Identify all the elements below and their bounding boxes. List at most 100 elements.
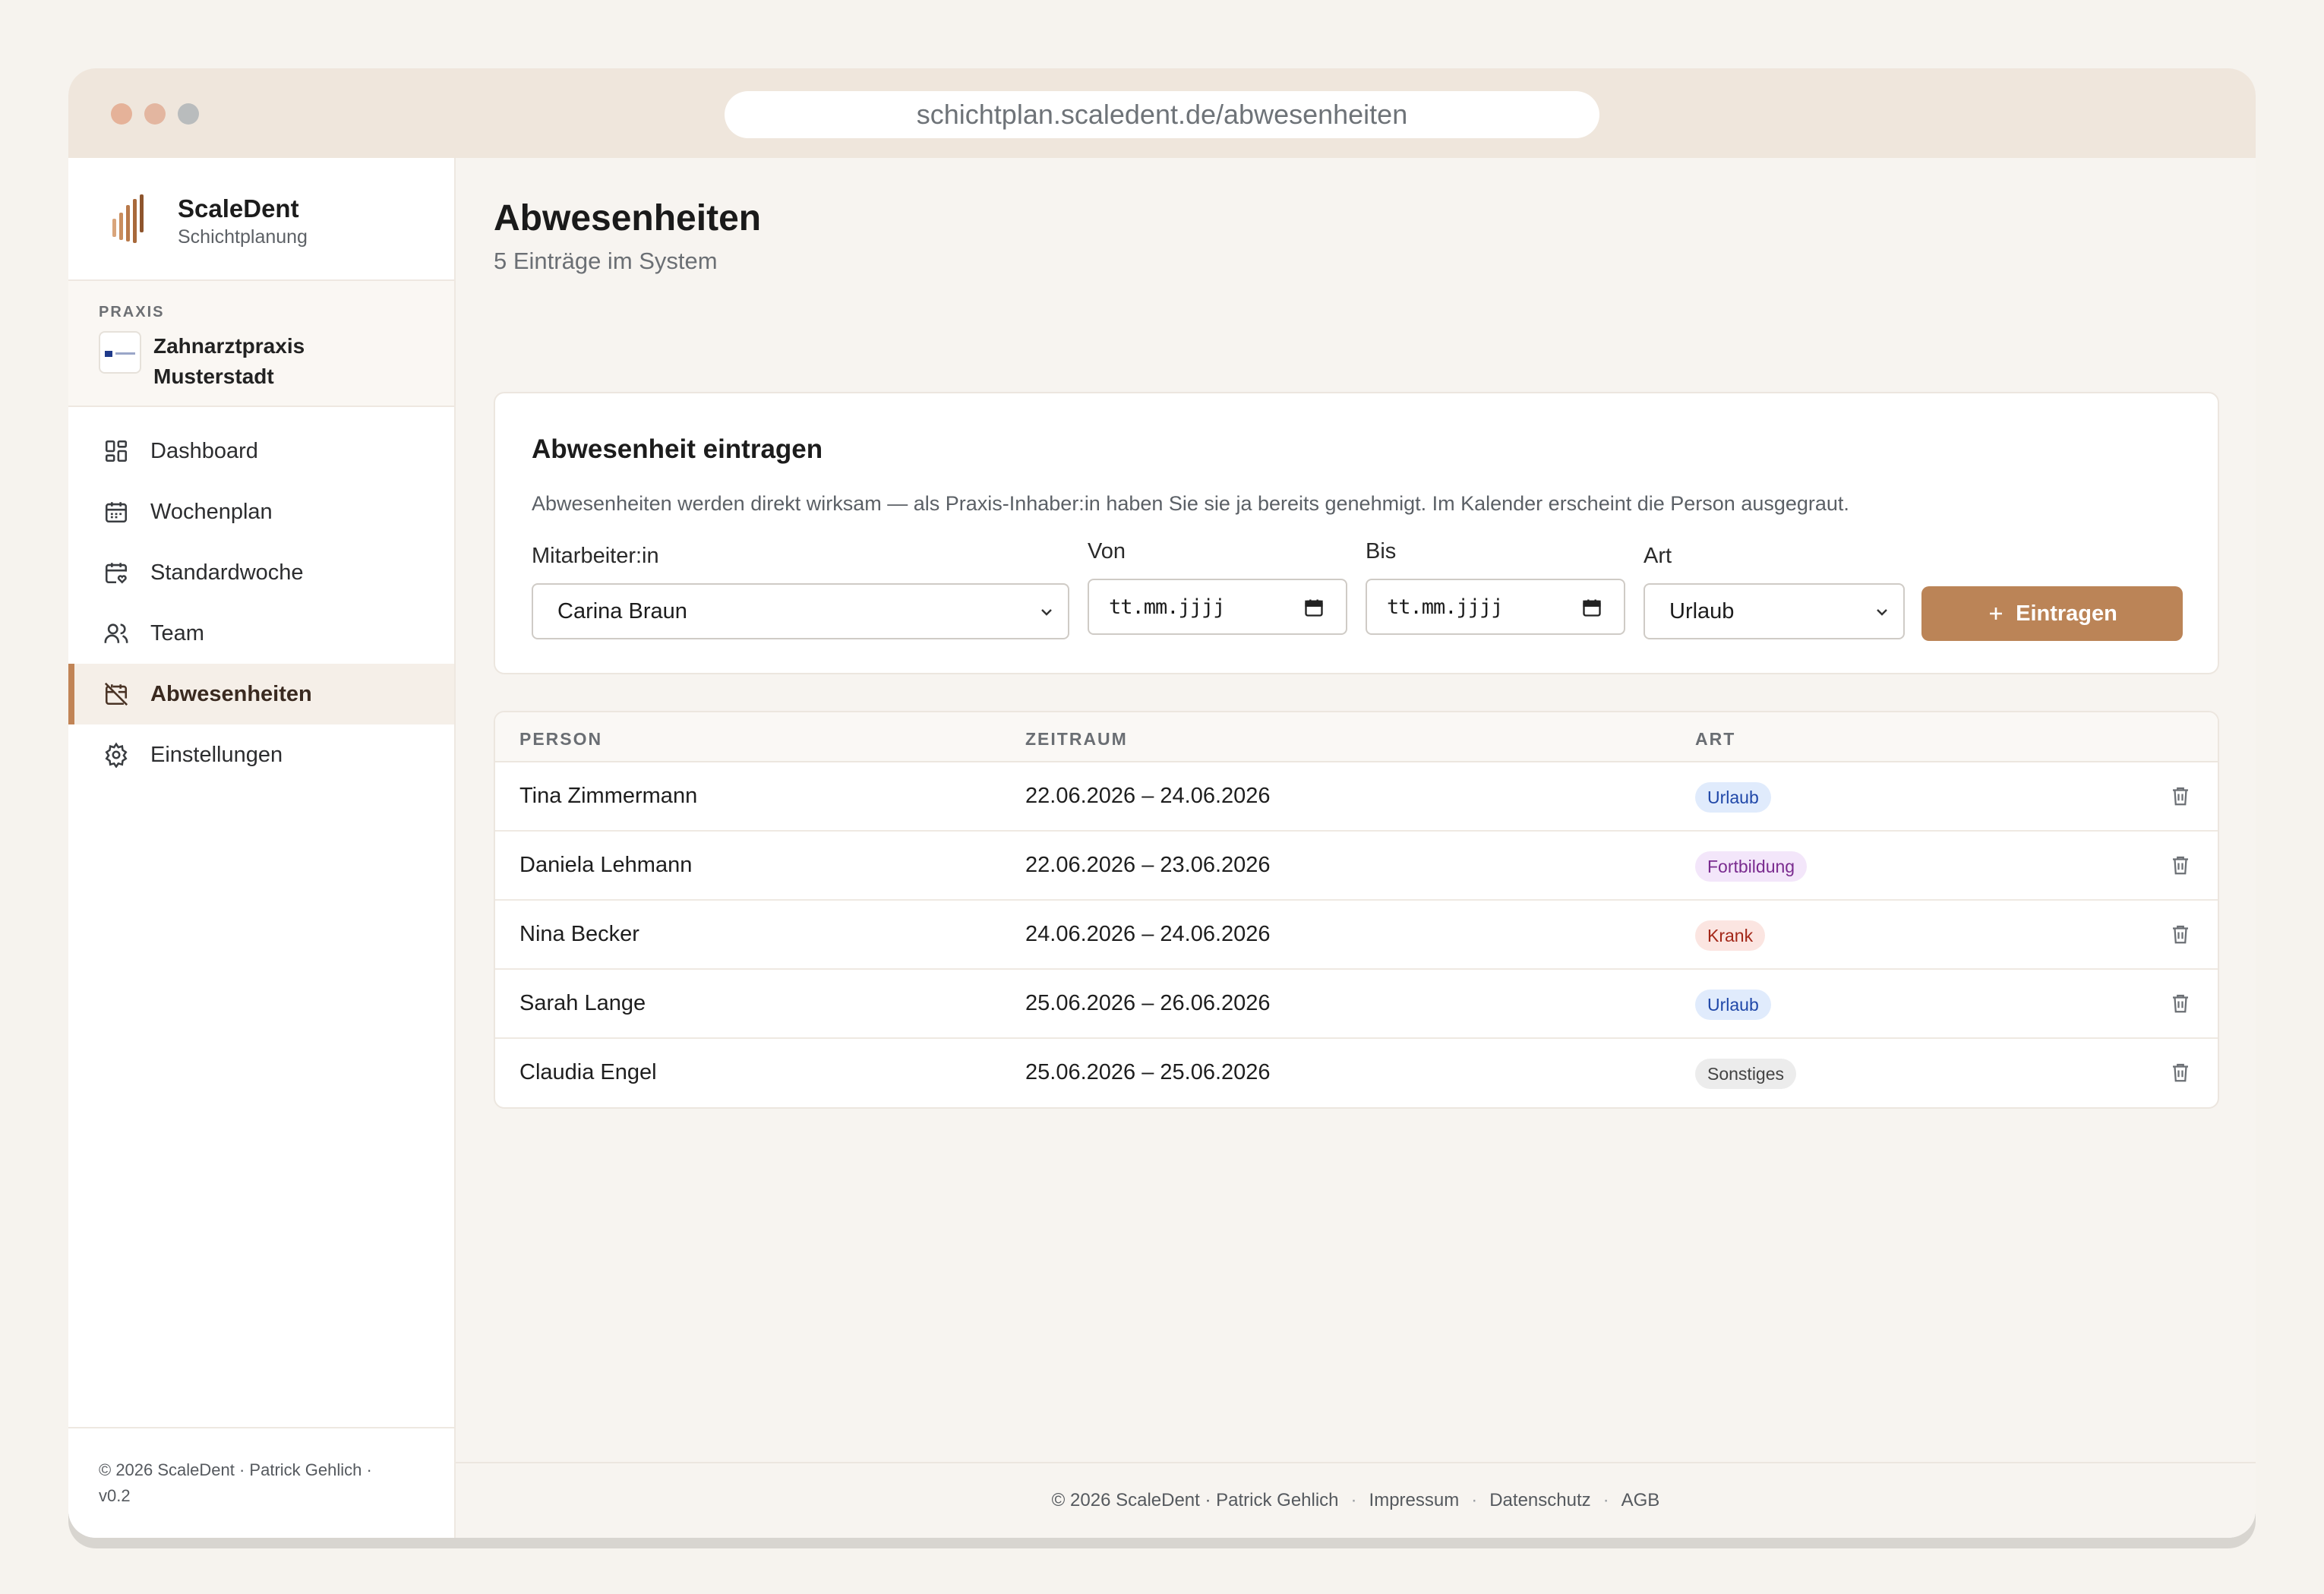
plus-icon: [1990, 608, 2003, 620]
absence-period: 25.06.2026 – 26.06.2026: [1025, 991, 1271, 1015]
brand-header[interactable]: ScaleDent Schichtplanung: [68, 158, 454, 281]
sidebar-copyright: © 2026 ScaleDent · Patrick Gehlich ·: [99, 1460, 372, 1479]
sidebar-item-label: Abwesenheiten: [150, 681, 312, 706]
scaledent-logo-icon: [112, 194, 144, 243]
sidebar-item-wochenplan[interactable]: Wochenplan: [68, 481, 454, 542]
footer-copyright: © 2026 ScaleDent · Patrick Gehlich: [1051, 1490, 1339, 1510]
practice-name: Zahnarztpraxis Musterstadt: [153, 334, 305, 388]
column-header-period[interactable]: ZEITRAUM: [1025, 729, 1128, 750]
sidebar-item-label: Standardwoche: [150, 560, 304, 585]
page-title: Abwesenheiten: [494, 198, 762, 238]
table-row: Sarah Lange 25.06.2026 – 26.06.2026 Urla…: [495, 970, 2218, 1039]
absence-type-badge: Urlaub: [1695, 990, 1771, 1020]
sidebar-item-dashboard[interactable]: Dashboard: [68, 421, 454, 481]
submit-button-label: Eintragen: [2016, 601, 2117, 626]
close-window-dot[interactable]: [111, 103, 132, 125]
calendar-icon[interactable]: [1581, 597, 1602, 618]
trash-icon[interactable]: [2169, 1060, 2192, 1084]
sidebar-item-label: Wochenplan: [150, 499, 273, 524]
page-footer: © 2026 ScaleDent · Patrick Gehlich · Imp…: [456, 1462, 2256, 1538]
sidebar-nav: Dashboard Wochenplan Standardwoche Team …: [68, 421, 454, 785]
person-name: Daniela Lehmann: [519, 853, 693, 877]
absence-type-badge: Sonstiges: [1695, 1059, 1797, 1089]
absence-period: 25.06.2026 – 25.06.2026: [1025, 1060, 1271, 1084]
to-date-input[interactable]: tt.mm.jjjj: [1366, 579, 1625, 635]
main-content: Abwesenheiten 5 Einträge im System Abwes…: [456, 158, 2256, 1538]
employee-label: Mitarbeiter:in: [532, 544, 659, 568]
page-subtitle: 5 Einträge im System: [494, 248, 718, 274]
calendar-heart-icon: [105, 563, 128, 584]
absence-form-card: Abwesenheit eintragen Abwesenheiten werd…: [494, 392, 2219, 674]
table-row: Daniela Lehmann 22.06.2026 – 23.06.2026 …: [495, 832, 2218, 901]
absence-period: 22.06.2026 – 24.06.2026: [1025, 784, 1271, 808]
column-header-type[interactable]: ART: [1695, 729, 1735, 750]
app-version: v0.2: [99, 1486, 131, 1505]
absence-period: 24.06.2026 – 24.06.2026: [1025, 922, 1271, 946]
to-date-placeholder: tt.mm.jjjj: [1387, 595, 1504, 619]
footer-separator: ·: [1602, 1490, 1609, 1510]
gear-icon: [105, 742, 128, 768]
sidebar-item-label: Dashboard: [150, 438, 258, 463]
trash-icon[interactable]: [2169, 922, 2192, 946]
minimize-window-dot[interactable]: [144, 103, 166, 125]
to-label: Bis: [1366, 539, 1397, 563]
absence-type-badge: Krank: [1695, 920, 1766, 951]
calendar-week-icon: [105, 502, 128, 523]
type-select[interactable]: Urlaub: [1644, 583, 1905, 639]
dashboard-icon: [105, 440, 128, 462]
calendar-off-icon: [104, 682, 128, 706]
address-bar[interactable]: schichtplan.scaledent.de/abwesenheiten: [725, 91, 1599, 138]
footer-link-impressum[interactable]: Impressum: [1369, 1490, 1460, 1511]
calendar-icon[interactable]: [1303, 597, 1325, 618]
chevron-down-icon: [1877, 609, 1887, 616]
from-date-placeholder: tt.mm.jjjj: [1109, 595, 1226, 619]
sidebar-item-label: Einstellungen: [150, 742, 283, 767]
person-name: Tina Zimmermann: [519, 784, 698, 808]
footer-link-agb[interactable]: AGB: [1621, 1490, 1660, 1511]
sidebar-item-label: Team: [150, 620, 204, 645]
trash-icon[interactable]: [2169, 991, 2192, 1015]
chevron-down-icon: [1041, 609, 1052, 616]
footer-separator: ·: [1350, 1490, 1357, 1510]
sidebar-item-team[interactable]: Team: [68, 603, 454, 664]
type-select-value: Urlaub: [1669, 598, 1735, 623]
trash-icon[interactable]: [2169, 784, 2192, 808]
sidebar-item-einstellungen[interactable]: Einstellungen: [68, 724, 454, 785]
absences-table: PERSON ZEITRAUM ART Tina Zimmermann 22.0…: [494, 711, 2219, 1109]
users-icon: [104, 623, 128, 643]
browser-window: schichtplan.scaledent.de/abwesenheiten S…: [68, 68, 2256, 1538]
person-name: Nina Becker: [519, 922, 639, 946]
footer-link-datenschutz[interactable]: Datenschutz: [1489, 1490, 1590, 1511]
browser-titlebar: schichtplan.scaledent.de/abwesenheiten: [68, 68, 2256, 158]
from-date-input[interactable]: tt.mm.jjjj: [1088, 579, 1347, 635]
practice-label: PRAXIS: [99, 304, 165, 320]
absence-period: 22.06.2026 – 23.06.2026: [1025, 853, 1271, 877]
form-description: Abwesenheiten werden direkt wirksam — al…: [532, 492, 1849, 515]
person-name: Claudia Engel: [519, 1060, 657, 1084]
practice-switcher[interactable]: PRAXIS Zahnarztpraxis Musterstadt: [68, 281, 454, 407]
brand-name: ScaleDent: [178, 194, 299, 223]
maximize-window-dot[interactable]: [178, 103, 199, 125]
from-label: Von: [1088, 539, 1126, 563]
sidebar: ScaleDent Schichtplanung PRAXIS Zahnarzt…: [68, 158, 456, 1538]
sidebar-footer: © 2026 ScaleDent · Patrick Gehlich · v0.…: [68, 1427, 454, 1538]
trash-icon[interactable]: [2169, 853, 2192, 877]
sidebar-item-abwesenheiten[interactable]: Abwesenheiten: [68, 664, 454, 724]
employee-select[interactable]: Carina Braun: [532, 583, 1069, 639]
person-name: Sarah Lange: [519, 991, 646, 1015]
footer-separator: ·: [1471, 1490, 1478, 1510]
column-header-person[interactable]: PERSON: [519, 729, 602, 750]
type-label: Art: [1644, 544, 1672, 568]
table-row: Claudia Engel 25.06.2026 – 25.06.2026 So…: [495, 1039, 2218, 1107]
table-header: PERSON ZEITRAUM ART: [495, 712, 2218, 762]
practice-logo-icon: [99, 331, 141, 374]
brand-subtitle: Schichtplanung: [178, 226, 308, 248]
absence-type-badge: Fortbildung: [1695, 851, 1808, 882]
table-row: Tina Zimmermann 22.06.2026 – 24.06.2026 …: [495, 762, 2218, 832]
submit-absence-button[interactable]: Eintragen: [1921, 586, 2183, 641]
absence-type-badge: Urlaub: [1695, 782, 1771, 813]
sidebar-item-standardwoche[interactable]: Standardwoche: [68, 542, 454, 603]
form-title: Abwesenheit eintragen: [532, 434, 823, 464]
employee-select-value: Carina Braun: [557, 598, 687, 623]
table-row: Nina Becker 24.06.2026 – 24.06.2026 Kran…: [495, 901, 2218, 970]
